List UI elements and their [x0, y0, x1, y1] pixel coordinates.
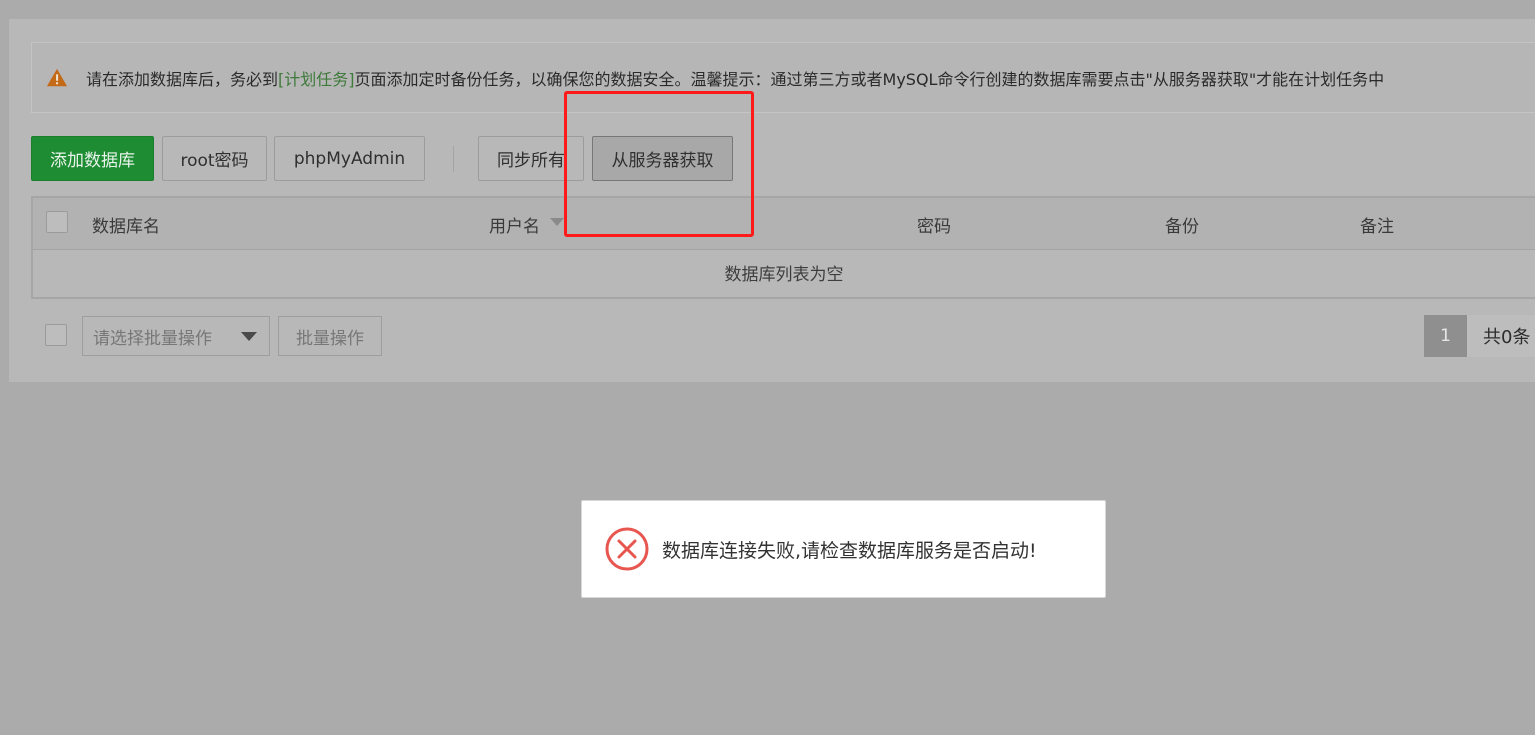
col-db-name[interactable]: 数据库名 — [92, 212, 160, 237]
col-remark: 备注 — [1360, 217, 1394, 237]
select-all-checkbox[interactable] — [46, 211, 68, 233]
error-toast: 数据库连接失败,请检查数据库服务是否启动! — [581, 500, 1106, 598]
toolbar-divider — [453, 146, 454, 172]
page-1-button[interactable]: 1 — [1424, 315, 1467, 357]
notice-text-after: 页面添加定时备份任务，以确保您的数据安全。温馨提示：通过第三方或者MySQL命令… — [354, 69, 1385, 89]
warning-icon — [46, 68, 68, 86]
notice-text-before: 请在添加数据库后，务必到 — [86, 69, 279, 89]
database-table: 数据库名 用户名 密码 备份 备注 数据库列表为空 — [31, 196, 1535, 299]
add-database-button[interactable]: 添加数据库 — [31, 136, 154, 181]
batch-select-checkbox[interactable] — [45, 324, 67, 346]
red-highlight-box — [564, 91, 754, 237]
chevron-down-icon — [241, 332, 257, 341]
col-backup: 备份 — [1165, 217, 1199, 237]
batch-operation-select[interactable]: 请选择批量操作 — [82, 316, 270, 356]
toast-message: 数据库连接失败,请检查数据库服务是否启动! — [662, 539, 1037, 562]
col-password: 密码 — [917, 217, 951, 237]
batch-select-placeholder: 请选择批量操作 — [93, 328, 212, 349]
error-icon — [605, 527, 649, 571]
col-username[interactable]: 用户名 — [489, 212, 540, 237]
table-header: 数据库名 用户名 密码 备份 备注 — [33, 198, 1535, 250]
schedule-task-link[interactable]: [计划任务] — [278, 66, 355, 90]
sort-down-icon[interactable] — [550, 218, 564, 226]
empty-table-message: 数据库列表为空 — [724, 265, 844, 285]
total-count: 共0条 — [1467, 315, 1535, 357]
phpmyadmin-button[interactable]: phpMyAdmin — [274, 136, 425, 181]
batch-operation-button[interactable]: 批量操作 — [278, 316, 382, 356]
backup-notice: 请在添加数据库后，务必到 [计划任务] 页面添加定时备份任务，以确保您的数据安全。温… — [31, 42, 1535, 113]
root-password-button[interactable]: root密码 — [162, 136, 267, 181]
